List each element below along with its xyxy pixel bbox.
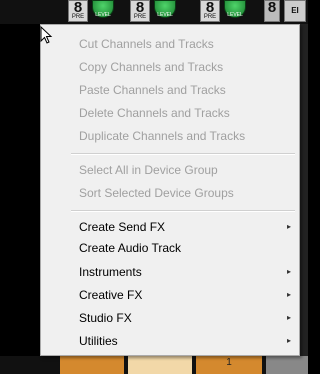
menu-item-utilities[interactable]: Utilities ▸ (79, 330, 297, 352)
menu-item-instruments[interactable]: Instruments ▸ (79, 261, 297, 283)
menu-item-create-audio-track[interactable]: Create Audio Track (79, 237, 297, 259)
menu-item-paste-channels[interactable]: Paste Channels and Tracks (79, 79, 297, 101)
mixer-channel: 8 PRE LEVEL (126, 0, 186, 22)
level-knob[interactable]: LEVEL (224, 0, 246, 18)
menu-separator (71, 210, 295, 212)
menu-item-cut-channels[interactable]: Cut Channels and Tracks (79, 33, 297, 55)
submenu-arrow-icon: ▸ (286, 336, 291, 345)
submenu-arrow-icon: ▸ (286, 267, 291, 276)
menu-item-copy-channels[interactable]: Copy Channels and Tracks (79, 56, 297, 78)
mixer-background (0, 24, 40, 374)
submenu-arrow-icon: ▸ (286, 313, 291, 322)
menu-item-sort-device-groups[interactable]: Sort Selected Device Groups (79, 182, 297, 204)
menu-item-studio-fx[interactable]: Studio FX ▸ (79, 307, 297, 329)
mixer-tile[interactable] (60, 356, 124, 374)
mixer-tile[interactable] (128, 356, 192, 374)
submenu-arrow-icon: ▸ (286, 222, 291, 231)
mouse-cursor-icon (40, 26, 53, 44)
mixer-channel: 8 PRE LEVEL (64, 0, 124, 22)
level-knob[interactable]: LEVEL (92, 0, 114, 18)
channel-number[interactable]: 8 PRE (68, 0, 88, 22)
context-menu: Cut Channels and Tracks Copy Channels an… (40, 24, 300, 356)
channel-label[interactable]: EI (284, 0, 306, 22)
mixer-bottom-row: 1 (0, 356, 308, 374)
menu-separator (71, 153, 295, 155)
level-knob[interactable]: LEVEL (154, 0, 176, 18)
menu-item-creative-fx[interactable]: Creative FX ▸ (79, 284, 297, 306)
mixer-channel: 8 PRE LEVEL (196, 0, 256, 22)
channel-number[interactable]: 8 PRE (200, 0, 220, 22)
mixer-background (300, 24, 308, 374)
mixer-tile[interactable] (266, 356, 308, 374)
channel-number[interactable]: 8 PRE (130, 0, 150, 22)
mixer-channel: 8 EI (262, 0, 308, 22)
menu-item-duplicate-channels[interactable]: Duplicate Channels and Tracks (79, 125, 297, 147)
mixer-tile[interactable]: 1 (196, 356, 262, 374)
menu-item-create-send-fx[interactable]: Create Send FX ▸ (79, 216, 297, 238)
submenu-arrow-icon: ▸ (286, 290, 291, 299)
mixer-channel-strip: 8 PRE LEVEL 8 PRE LEVEL 8 PRE LEVEL 8 EI (0, 0, 308, 24)
channel-number[interactable]: 8 (264, 0, 280, 22)
menu-item-delete-channels[interactable]: Delete Channels and Tracks (79, 102, 297, 124)
menu-item-select-all[interactable]: Select All in Device Group (79, 159, 297, 181)
